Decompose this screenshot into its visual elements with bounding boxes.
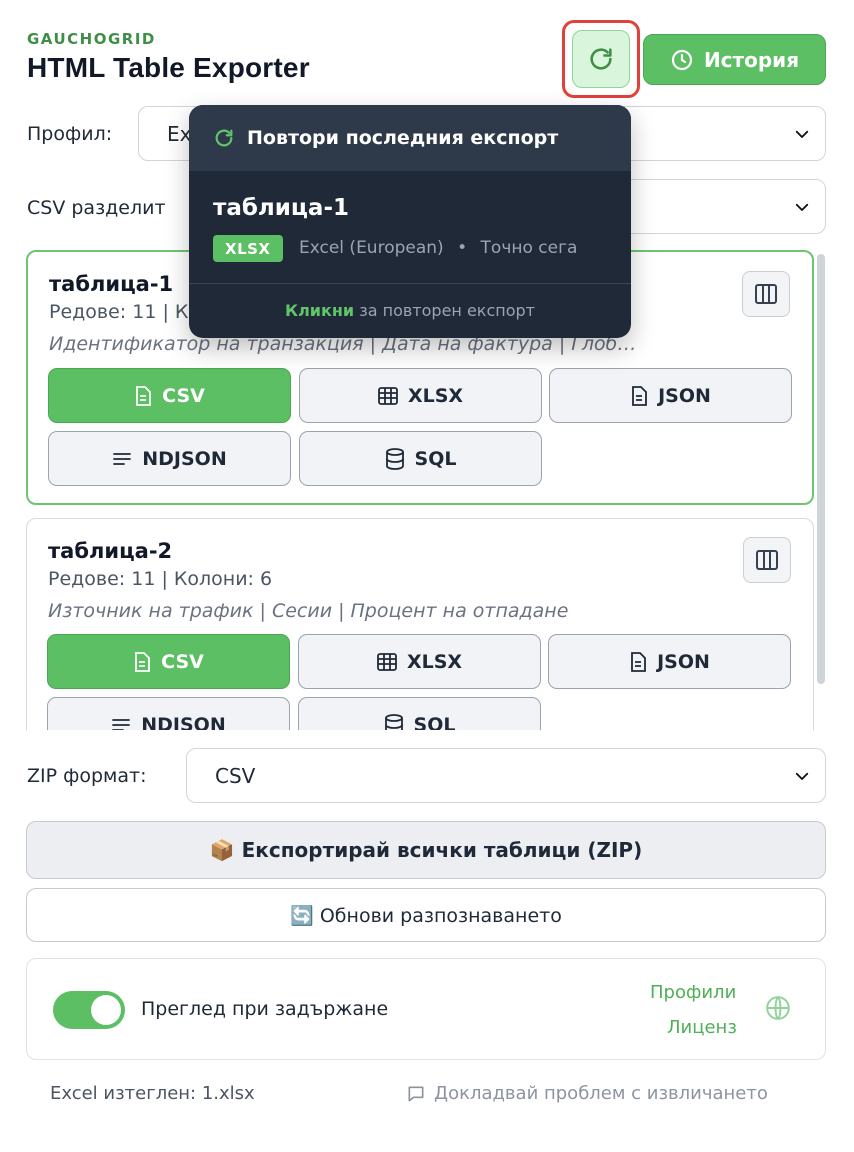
export-csv-label: CSV	[161, 650, 204, 673]
chevron-down-icon	[795, 130, 809, 138]
app-title: HTML Table Exporter	[27, 52, 310, 83]
export-csv-button[interactable]: CSV	[47, 634, 290, 689]
table-icon	[377, 652, 397, 671]
table-icon	[378, 386, 398, 405]
report-issue-link[interactable]: Докладвай проблем с извличането	[406, 1083, 768, 1104]
last-download-status: Excel изтеглен: 1.xlsx	[50, 1083, 255, 1104]
zip-format-label: ZIP формат:	[27, 765, 147, 787]
export-ndjson-label: NDJSON	[142, 447, 227, 470]
toggle-knob	[91, 995, 121, 1025]
profiles-link[interactable]: Профили	[650, 982, 736, 1003]
settings-panel: Преглед при задържане Профили Лиценз	[26, 958, 826, 1060]
columns-icon	[755, 284, 777, 304]
history-button[interactable]: История	[643, 34, 826, 85]
export-sql-button[interactable]: SQL	[298, 697, 541, 730]
refresh-icon	[590, 48, 612, 70]
export-xlsx-button[interactable]: XLSX	[299, 368, 542, 423]
zip-format-value: CSV	[215, 763, 256, 788]
globe-icon[interactable]	[765, 995, 791, 1021]
history-button-label: История	[703, 47, 800, 72]
profile-label: Профил:	[27, 123, 113, 145]
file-icon	[135, 651, 151, 672]
popover-header: Повтори последния експорт	[189, 105, 631, 171]
lines-icon	[113, 452, 132, 465]
file-icon	[631, 651, 646, 672]
table-name: таблица-1	[49, 272, 174, 296]
popover-title: Повтори последния експорт	[247, 127, 559, 149]
table-name: таблица-2	[48, 539, 173, 563]
format-badge: XLSX	[213, 235, 283, 262]
export-json-label: JSON	[658, 384, 711, 407]
license-link[interactable]: Лиценз	[667, 1017, 737, 1038]
separator-dot: •	[457, 238, 468, 258]
export-time: Точно сега	[480, 238, 578, 258]
clock-icon	[671, 49, 693, 70]
table-meta: Редове: 11 | К	[49, 301, 189, 323]
chevron-down-icon	[795, 203, 809, 211]
file-icon	[632, 385, 647, 406]
export-xlsx-label: XLSX	[407, 384, 464, 407]
table-columns: Източник на трафик | Сесии | Процент на …	[48, 600, 569, 622]
table-meta: Редове: 11 | Колони: 6	[48, 568, 273, 590]
chevron-down-icon	[795, 772, 809, 780]
export-json-label: JSON	[657, 650, 710, 673]
hover-preview-label: Преглед при задържане	[141, 998, 389, 1020]
hover-preview-toggle[interactable]	[53, 991, 125, 1029]
column-picker-button[interactable]	[742, 271, 790, 317]
refresh-detection-button[interactable]: 🔄 Обнови разпознаването	[26, 888, 826, 942]
brand-label: GAUCHOGRID	[27, 30, 156, 48]
export-xlsx-button[interactable]: XLSX	[298, 634, 541, 689]
popover-footer-text: за повторен експорт	[354, 301, 535, 320]
lines-icon	[112, 718, 131, 730]
database-icon	[384, 713, 403, 730]
refresh-detection-label: 🔄 Обнови разпознаването	[290, 904, 562, 927]
export-csv-button[interactable]: CSV	[48, 368, 291, 423]
export-sql-button[interactable]: SQL	[299, 431, 542, 486]
file-icon	[136, 385, 152, 406]
scrollbar[interactable]	[817, 254, 825, 684]
refresh-icon	[215, 129, 233, 147]
popover-detail: Excel (European) • Точно сега	[299, 238, 577, 258]
report-issue-label: Докладвай проблем с извличането	[434, 1083, 768, 1104]
comment-icon	[408, 1086, 424, 1101]
export-all-zip-label: 📦 Експортирай всички таблици (ZIP)	[209, 838, 643, 862]
profile-select-value: Ex	[167, 121, 192, 146]
export-json-button[interactable]: JSON	[549, 368, 792, 423]
export-all-zip-button[interactable]: 📦 Експортирай всички таблици (ZIP)	[26, 821, 826, 879]
repeat-last-export-button[interactable]	[572, 30, 630, 88]
column-picker-button[interactable]	[743, 537, 791, 583]
repeat-export-popover[interactable]: Повтори последния експорт таблица-1 XLSX…	[189, 105, 631, 338]
zip-format-select[interactable]: CSV	[186, 748, 826, 803]
database-icon	[385, 447, 404, 470]
popover-footer-emphasis: Кликни	[285, 301, 355, 320]
popover-divider	[189, 283, 631, 284]
export-ndjson-label: NDJSON	[141, 713, 226, 731]
export-ndjson-button[interactable]: NDJSON	[47, 697, 290, 730]
csv-separator-label: CSV разделит	[27, 197, 166, 219]
export-xlsx-label: XLSX	[406, 650, 463, 673]
columns-icon	[756, 550, 778, 570]
table-card[interactable]: таблица-2 Редове: 11 | Колони: 6 Източни…	[26, 518, 814, 730]
export-json-button[interactable]: JSON	[548, 634, 791, 689]
export-sql-label: SQL	[414, 447, 457, 470]
export-csv-label: CSV	[162, 384, 205, 407]
export-ndjson-button[interactable]: NDJSON	[48, 431, 291, 486]
export-sql-label: SQL	[413, 713, 456, 731]
popover-footer: Кликни за повторен експорт	[189, 301, 631, 320]
popover-table-name: таблица-1	[213, 195, 349, 221]
format-variant: Excel (European)	[299, 238, 444, 258]
